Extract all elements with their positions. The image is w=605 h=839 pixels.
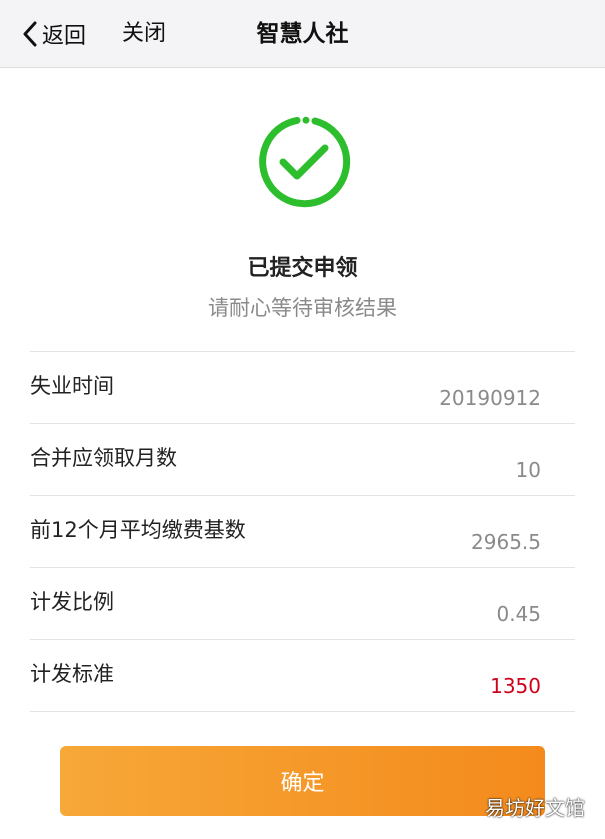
status-title: 已提交申领 <box>247 256 358 281</box>
confirm-button[interactable]: 确定 <box>60 746 545 816</box>
info-row-average-base: 前12个月平均缴费基数 2965.5 <box>30 496 575 568</box>
info-label: 计发标准 <box>30 662 114 686</box>
nav-bar: 返回 关闭 智慧人社 <box>0 0 605 68</box>
info-label: 前12个月平均缴费基数 <box>30 518 246 542</box>
close-button[interactable]: 关闭 <box>122 18 166 50</box>
info-label: 失业时间 <box>30 374 114 398</box>
chevron-left-icon <box>23 21 37 47</box>
status-subtitle: 请耐心等待审核结果 <box>208 296 397 320</box>
info-row-months: 合并应领取月数 10 <box>30 424 575 496</box>
back-button[interactable]: 返回 <box>22 18 86 50</box>
page-title: 智慧人社 <box>256 21 349 47</box>
info-row-standard: 计发标准 1350 <box>30 640 575 712</box>
info-row-unemployment-date: 失业时间 20190912 <box>30 352 575 424</box>
info-value-highlight: 1350 <box>490 674 541 698</box>
info-value: 20190912 <box>439 386 541 410</box>
check-circle-icon <box>259 116 351 208</box>
info-label: 计发比例 <box>30 590 114 614</box>
info-value: 10 <box>515 458 541 482</box>
info-label: 合并应领取月数 <box>30 446 177 470</box>
info-row-ratio: 计发比例 0.45 <box>30 568 575 640</box>
info-value: 0.45 <box>496 602 541 626</box>
info-value: 2965.5 <box>471 530 541 554</box>
back-label: 返回 <box>42 24 87 49</box>
info-list: 失业时间 20190912 合并应领取月数 10 前12个月平均缴费基数 296… <box>30 351 575 712</box>
